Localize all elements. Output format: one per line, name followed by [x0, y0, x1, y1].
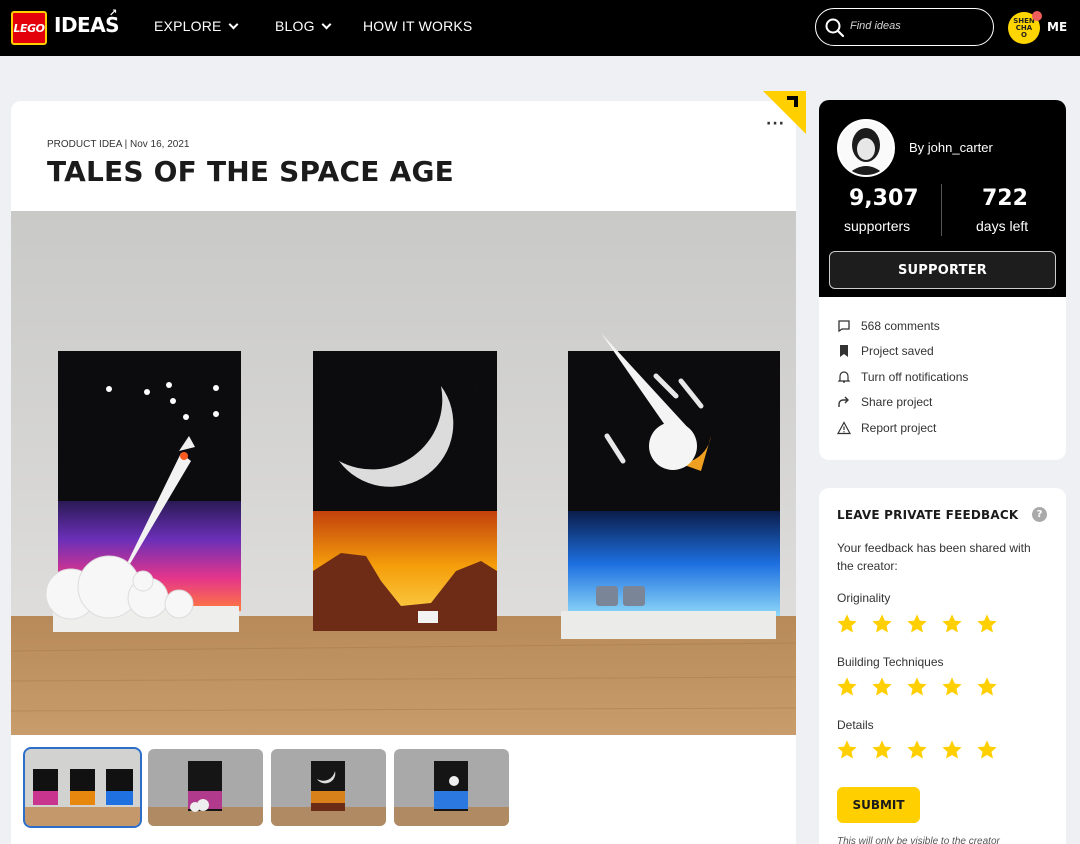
private-feedback-panel: LEAVE PRIVATE FEEDBACK ? Your feedback h…: [819, 488, 1066, 844]
project-meta: PRODUCT IDEA | Nov 16, 2021: [47, 139, 190, 150]
search-icon: [825, 18, 845, 38]
search-input[interactable]: Find ideas: [815, 8, 994, 46]
star-icon[interactable]: [976, 739, 998, 761]
ideas-logo-mark-icon: ↗: [109, 8, 118, 19]
star-icon[interactable]: [941, 613, 963, 635]
more-options-button[interactable]: ···: [766, 116, 785, 132]
submit-button[interactable]: SUBMIT: [837, 787, 920, 823]
nav-item-blog[interactable]: BLOG: [275, 18, 332, 34]
notification-dot: [1032, 11, 1042, 21]
search-placeholder: Find ideas: [850, 20, 901, 32]
star-icon[interactable]: [906, 676, 928, 698]
rating-details[interactable]: [836, 739, 998, 761]
days-left-count: 722: [982, 186, 1028, 211]
thumbnail-strip: [23, 747, 509, 828]
bell-icon: [837, 371, 851, 383]
share-icon: [838, 396, 849, 407]
action-label: 568 comments: [861, 319, 940, 333]
supporters-count: 9,307: [849, 186, 919, 211]
chevron-down-icon: [321, 19, 332, 29]
supporters-label: supporters: [844, 218, 911, 234]
thumbnail-item[interactable]: [271, 749, 386, 826]
thumbnail-item[interactable]: [23, 747, 142, 828]
criterion-label: Building Techniques: [837, 655, 944, 669]
action-label: Project saved: [861, 344, 934, 358]
supporter-button[interactable]: SUPPORTER: [829, 251, 1056, 289]
star-icon[interactable]: [836, 676, 858, 698]
thumbnail-item[interactable]: [394, 749, 509, 826]
rating-originality[interactable]: [836, 613, 998, 635]
user-menu-label[interactable]: ME: [1047, 20, 1067, 34]
help-icon[interactable]: ?: [1032, 507, 1047, 522]
comments-link[interactable]: 568 comments: [837, 319, 940, 333]
project-hero-image[interactable]: [11, 211, 796, 735]
supporter-panel-header: By john_carter 9,307 supporters 722 days…: [819, 100, 1066, 297]
bookmark-icon: [840, 345, 848, 357]
visibility-note: This will only be visible to the creator: [837, 836, 1000, 844]
user-avatar-text: SHEN CHAO: [1013, 16, 1035, 39]
nav-item-label: EXPLORE: [154, 18, 222, 34]
criterion-label: Originality: [837, 591, 891, 605]
nav-item-label: HOW IT WORKS: [363, 18, 473, 34]
nav-item-how-it-works[interactable]: HOW IT WORKS: [363, 18, 472, 34]
star-icon[interactable]: [836, 739, 858, 761]
creator-name[interactable]: By john_carter: [909, 140, 993, 155]
feedback-description: Your feedback has been shared with the c…: [837, 541, 1031, 573]
star-icon[interactable]: [976, 676, 998, 698]
star-icon[interactable]: [836, 613, 858, 635]
share-project-link[interactable]: Share project: [837, 395, 932, 409]
nav-item-label: BLOG: [275, 18, 315, 34]
comment-icon: [838, 320, 850, 333]
star-icon[interactable]: [871, 739, 893, 761]
star-icon[interactable]: [906, 739, 928, 761]
feedback-title: LEAVE PRIVATE FEEDBACK: [837, 508, 1019, 522]
save-project-link[interactable]: Project saved: [837, 344, 934, 358]
page-title: TALES OF THE SPACE AGE: [47, 155, 454, 188]
star-icon[interactable]: [906, 613, 928, 635]
report-project-link[interactable]: Report project: [837, 421, 936, 435]
days-left-label: days left: [976, 218, 1029, 234]
supporter-panel: By john_carter 9,307 supporters 722 days…: [819, 100, 1066, 460]
chevron-down-icon: [228, 19, 238, 29]
stats-divider: [941, 184, 942, 236]
action-label: Share project: [861, 395, 933, 409]
action-label: Report project: [861, 421, 937, 435]
lego-logo[interactable]: LEGO: [11, 11, 47, 45]
top-nav: LEGO IDEAS ↗ EXPLORE BLOG HOW IT WORKS F…: [0, 0, 1080, 56]
warning-icon: [837, 421, 851, 435]
notifications-toggle[interactable]: Turn off notifications: [837, 370, 968, 384]
nav-item-explore[interactable]: EXPLORE: [154, 18, 238, 34]
creator-avatar[interactable]: [837, 119, 895, 177]
star-icon[interactable]: [941, 739, 963, 761]
rating-building-techniques[interactable]: [836, 676, 998, 698]
action-label: Turn off notifications: [861, 370, 969, 384]
thumbnail-item[interactable]: [148, 749, 263, 826]
star-icon[interactable]: [871, 613, 893, 635]
star-icon[interactable]: [941, 676, 963, 698]
criterion-label: Details: [837, 718, 874, 732]
star-icon[interactable]: [976, 613, 998, 635]
star-icon[interactable]: [871, 676, 893, 698]
